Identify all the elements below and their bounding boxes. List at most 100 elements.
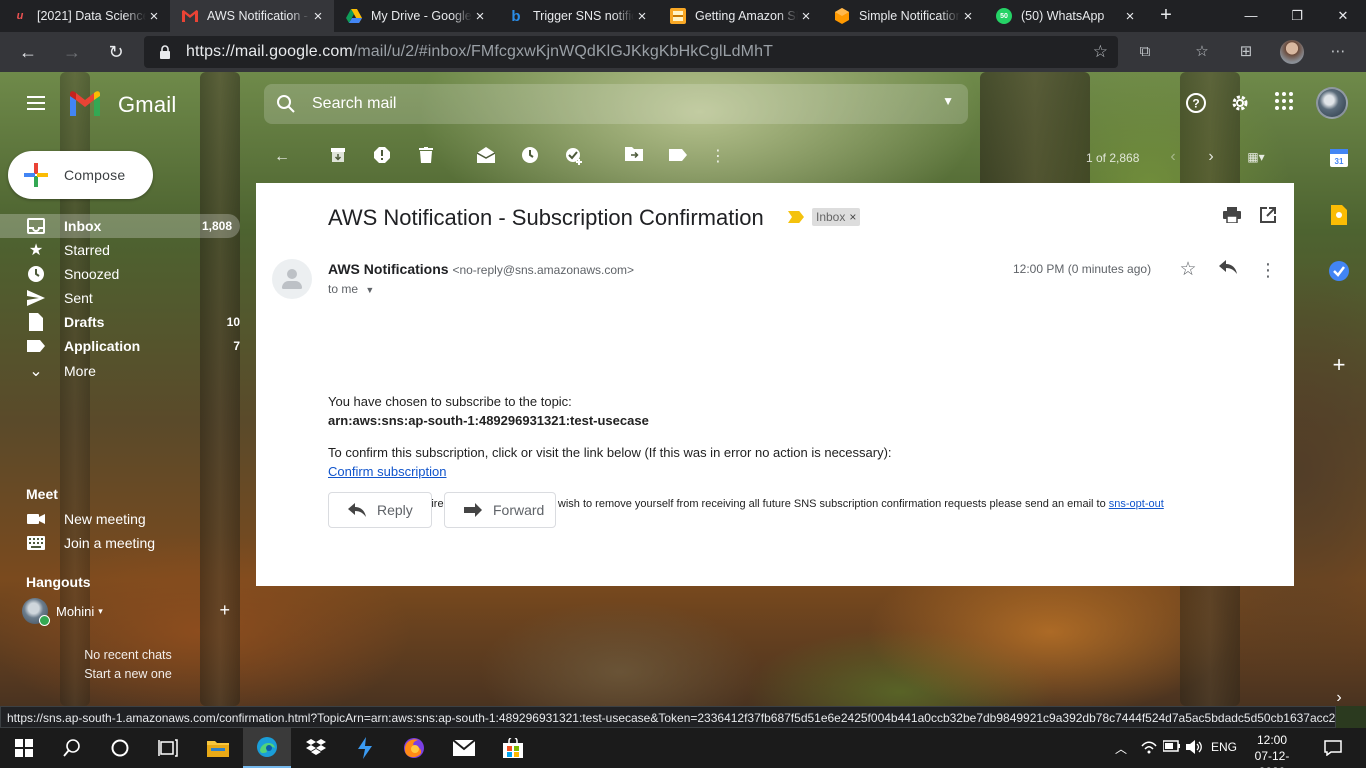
- close-icon[interactable]: ×: [310, 8, 326, 25]
- star-icon[interactable]: ☆: [1178, 260, 1198, 280]
- close-icon[interactable]: ×: [146, 8, 162, 25]
- search-bar[interactable]: Search mail ▼: [264, 84, 968, 124]
- compose-button[interactable]: Compose: [8, 151, 153, 199]
- reply-icon[interactable]: [1218, 260, 1238, 280]
- task-view-icon[interactable]: [144, 728, 192, 768]
- browser-menu-icon[interactable]: ⋯: [1326, 40, 1350, 64]
- show-hidden-icons-icon[interactable]: ︿: [1115, 740, 1127, 757]
- tab-whatsapp[interactable]: 50 (50) WhatsApp ×: [984, 0, 1146, 32]
- join-meeting-item[interactable]: Join a meeting: [0, 531, 248, 555]
- tab-udemy[interactable]: u [2021] Data Science ×: [0, 0, 170, 32]
- favorite-star-icon[interactable]: ☆: [1093, 42, 1108, 62]
- report-spam-icon[interactable]: [372, 147, 392, 167]
- archive-icon[interactable]: [328, 147, 348, 167]
- open-in-new-window-icon[interactable]: [1258, 207, 1278, 227]
- close-icon[interactable]: ×: [472, 8, 488, 25]
- show-details-icon[interactable]: ▼: [365, 285, 374, 295]
- remove-label-icon[interactable]: ×: [849, 210, 856, 224]
- battery-icon[interactable]: [1162, 740, 1181, 755]
- search-icon[interactable]: [276, 94, 296, 114]
- close-icon[interactable]: ×: [1122, 8, 1138, 25]
- browser-profile-avatar[interactable]: [1280, 40, 1304, 64]
- new-tab-button[interactable]: +: [1154, 4, 1178, 28]
- mail-icon[interactable]: [440, 728, 488, 768]
- refresh-button[interactable]: ↻: [100, 36, 132, 68]
- url-field[interactable]: https://mail.google.com/mail/u/2/#inbox/…: [144, 36, 1118, 68]
- new-meeting-item[interactable]: New meeting: [0, 507, 248, 531]
- move-to-icon[interactable]: [624, 147, 644, 167]
- search-options-icon[interactable]: ▼: [942, 94, 954, 108]
- notifications-icon[interactable]: [1309, 728, 1357, 768]
- newer-icon[interactable]: ‹: [1163, 147, 1183, 167]
- labels-icon[interactable]: [668, 147, 688, 167]
- close-icon[interactable]: ×: [960, 8, 976, 25]
- settings-gear-icon[interactable]: [1228, 92, 1252, 116]
- keep-icon[interactable]: [1325, 205, 1353, 233]
- older-icon[interactable]: ›: [1201, 147, 1221, 167]
- print-icon[interactable]: [1222, 207, 1242, 227]
- account-avatar[interactable]: [1316, 87, 1348, 119]
- network-icon[interactable]: [1141, 740, 1157, 757]
- back-button[interactable]: ←: [12, 36, 44, 68]
- reply-button[interactable]: Reply: [328, 492, 432, 528]
- tab-bing[interactable]: b Trigger SNS notification ×: [496, 0, 658, 32]
- cortana-icon[interactable]: [96, 728, 144, 768]
- start-button[interactable]: [0, 728, 48, 768]
- input-language[interactable]: ENG: [1211, 740, 1237, 754]
- add-addon-icon[interactable]: +: [1325, 351, 1353, 379]
- hangouts-user[interactable]: Mohini ▾ +: [22, 598, 230, 626]
- sidebar-item-application[interactable]: Application 7: [0, 334, 248, 358]
- tab-gmail[interactable]: AWS Notification - Subscription Confirma…: [170, 0, 334, 32]
- tab-sns[interactable]: Simple Notification Service ×: [822, 0, 984, 32]
- forward-button[interactable]: Forward: [444, 492, 556, 528]
- search-input[interactable]: Search mail: [312, 95, 396, 113]
- forward-button[interactable]: →: [56, 36, 88, 68]
- store-icon[interactable]: [489, 728, 537, 768]
- favorites-icon[interactable]: ☆: [1190, 40, 1214, 64]
- tab-aws-docs[interactable]: Getting Amazon SNS ×: [658, 0, 822, 32]
- gmail-logo-icon[interactable]: [68, 90, 102, 116]
- file-explorer-icon[interactable]: [194, 728, 242, 768]
- minimize-button[interactable]: —: [1228, 0, 1274, 32]
- opt-out-link[interactable]: sns-opt-out: [1109, 498, 1164, 510]
- apps-grid-icon[interactable]: [1272, 92, 1296, 116]
- mark-unread-icon[interactable]: [476, 147, 496, 167]
- extension-icon[interactable]: ⧉: [1133, 40, 1157, 64]
- status-dropdown-icon[interactable]: ▾: [98, 606, 103, 617]
- add-to-tasks-icon[interactable]: [564, 147, 584, 167]
- sidebar-item-snoozed[interactable]: Snoozed: [0, 262, 248, 286]
- vscode-icon[interactable]: [341, 728, 389, 768]
- back-to-inbox-icon[interactable]: ←: [272, 147, 292, 167]
- help-icon[interactable]: ?: [1184, 92, 1208, 116]
- dropbox-icon[interactable]: [292, 728, 340, 768]
- add-chat-icon[interactable]: +: [219, 600, 230, 621]
- sender-avatar[interactable]: [272, 259, 312, 299]
- tasks-icon[interactable]: [1325, 261, 1353, 289]
- snooze-icon[interactable]: [520, 147, 540, 167]
- sender-name[interactable]: AWS Notifications: [328, 261, 449, 277]
- confirm-subscription-link[interactable]: Confirm subscription: [328, 464, 447, 479]
- important-marker-icon[interactable]: [788, 211, 804, 223]
- main-menu-icon[interactable]: [24, 92, 48, 116]
- sidebar-item-drafts[interactable]: Drafts 10: [0, 310, 248, 334]
- taskbar-clock[interactable]: 12:00 07-12-2020: [1246, 732, 1298, 768]
- calendar-icon[interactable]: 31: [1325, 149, 1353, 177]
- start-new-chat-link[interactable]: Start a new one: [0, 667, 256, 681]
- collections-icon[interactable]: ⊞: [1234, 40, 1258, 64]
- expand-side-panel-icon[interactable]: ›: [1325, 684, 1353, 706]
- sidebar-item-more[interactable]: ⌄ More: [0, 359, 248, 383]
- firefox-icon[interactable]: [390, 728, 438, 768]
- delete-icon[interactable]: [416, 147, 436, 167]
- tab-drive[interactable]: My Drive - Google Drive ×: [334, 0, 496, 32]
- edge-icon[interactable]: [243, 728, 291, 768]
- sidebar-item-starred[interactable]: ★ Starred: [0, 238, 248, 262]
- sidebar-item-inbox[interactable]: Inbox 1,808: [0, 214, 240, 238]
- recipient-details[interactable]: to me ▼: [328, 282, 374, 296]
- restore-button[interactable]: ❐: [1274, 0, 1320, 32]
- search-icon[interactable]: [48, 728, 96, 768]
- close-icon[interactable]: ×: [798, 8, 814, 25]
- close-window-button[interactable]: ✕: [1320, 0, 1366, 32]
- more-options-icon[interactable]: ⋮: [708, 147, 728, 167]
- input-tools-icon[interactable]: ▦▾: [1240, 147, 1272, 167]
- sidebar-item-sent[interactable]: Sent: [0, 286, 248, 310]
